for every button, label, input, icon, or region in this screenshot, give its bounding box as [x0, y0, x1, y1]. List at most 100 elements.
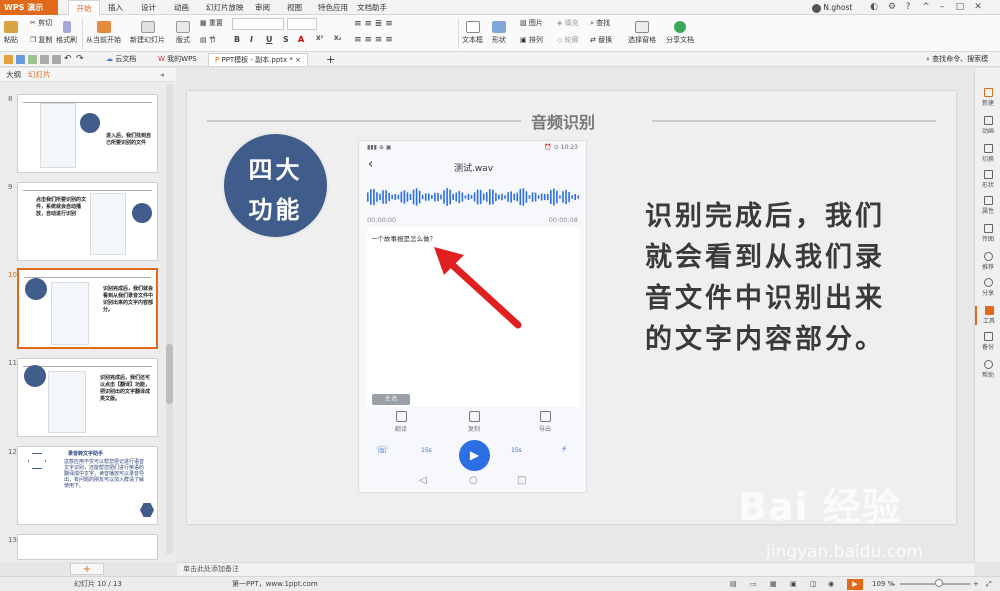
replace-button[interactable]: ⇄ 替换: [590, 35, 612, 45]
slide-thumbnail-9[interactable]: 点击我们所要识别的文件，系统就会自动播放，自动进行识别: [17, 182, 158, 261]
new-slide-button[interactable]: 新建幻灯片: [130, 21, 165, 45]
section-button[interactable]: ▤ 节: [200, 35, 216, 45]
align-tools[interactable]: ≡ ≡ ≡ ≡: [354, 35, 393, 45]
subscript-button[interactable]: X₂: [334, 35, 341, 42]
outline-button[interactable]: ◇ 轮廓: [557, 35, 579, 45]
tab-special[interactable]: 特色应用: [318, 0, 348, 15]
tab-outline[interactable]: 大纲: [6, 68, 21, 82]
sidebar-tools[interactable]: 工具: [975, 306, 1000, 325]
audio-icon[interactable]: ◉: [828, 577, 834, 591]
reading-view-icon[interactable]: ▣: [790, 577, 797, 591]
zoom-out-icon[interactable]: –: [892, 577, 896, 591]
slideshow-play-button[interactable]: ▶: [847, 579, 863, 590]
tab-cloud-docs[interactable]: ☁ 云文档: [100, 53, 142, 66]
tab-design[interactable]: 设计: [141, 0, 156, 15]
sidebar-backup[interactable]: 备份: [975, 332, 1000, 351]
app-menu-button[interactable]: WPS 演示: [0, 0, 58, 15]
close-panel-icon[interactable]: ◂: [160, 68, 164, 82]
tab-review[interactable]: 审阅: [255, 0, 270, 15]
tab-my-wps[interactable]: W 我的WPS: [152, 53, 203, 66]
tab-start[interactable]: 开始: [68, 0, 100, 16]
ribbon-toolbar: 粘贴 ✂ 剪切 ❐ 复制 格式刷 从当前开始 新建幻灯片 版式 ▦ 重置 ▤ 节…: [0, 15, 1000, 52]
shape-button[interactable]: 形状: [492, 21, 506, 45]
font-size-select[interactable]: [287, 18, 317, 30]
tab-doc-assistant[interactable]: 文档助手: [357, 0, 387, 15]
sidebar-new[interactable]: 新建: [975, 88, 1000, 107]
video-icon[interactable]: ◫: [810, 577, 817, 591]
preview-icon[interactable]: [40, 55, 49, 64]
tab-current-file[interactable]: P PPT模板 - 副本.pptx * ×: [208, 53, 308, 66]
sidebar-help[interactable]: 帮助: [975, 360, 1000, 379]
sidebar-animation[interactable]: 动画: [975, 116, 1000, 135]
sidebar-properties[interactable]: 属性: [975, 196, 1000, 215]
four-functions-circle: 四大 功能: [224, 134, 327, 237]
close-tab-icon[interactable]: ×: [295, 56, 301, 64]
export-icon[interactable]: [52, 55, 61, 64]
format-painter-button[interactable]: 格式刷: [56, 21, 77, 45]
copy-button[interactable]: ❐ 复制: [30, 35, 53, 45]
strike-button[interactable]: S: [283, 35, 289, 44]
red-arrow: [434, 247, 522, 329]
close-icon[interactable]: ✕: [970, 0, 986, 15]
layout-button[interactable]: 版式: [176, 21, 190, 45]
settings-icon[interactable]: ⚙: [884, 0, 900, 15]
share-doc-button[interactable]: 分享文档: [666, 21, 694, 45]
fill-button[interactable]: ◈ 填充: [557, 18, 579, 28]
scrollbar-thumb[interactable]: [166, 344, 173, 404]
normal-view-icon[interactable]: ▭: [750, 577, 757, 591]
font-color-button[interactable]: A: [298, 35, 304, 44]
slide-thumbnail-13[interactable]: [17, 534, 158, 560]
sidebar-transition[interactable]: 切换: [975, 144, 1000, 163]
from-current-button[interactable]: 从当前开始: [86, 21, 121, 45]
superscript-button[interactable]: X²: [316, 35, 323, 42]
reset-button[interactable]: ▦ 重置: [200, 18, 223, 28]
select-pane-button[interactable]: 选择窗格: [628, 21, 656, 45]
picture-button[interactable]: ▨ 图片: [520, 18, 543, 28]
skin-icon[interactable]: ◐: [866, 0, 882, 15]
search-commands[interactable]: ⌕ 查找命令、搜索模板: [920, 53, 1000, 76]
italic-button[interactable]: I: [250, 35, 253, 44]
bold-button[interactable]: B: [234, 35, 240, 44]
paragraph-tools[interactable]: ≡ ≡ ≣ ≡: [354, 19, 393, 29]
help-icon[interactable]: ?: [900, 0, 916, 15]
sidebar-upload-image[interactable]: 传图: [975, 224, 1000, 243]
panel-scrollbar[interactable]: [166, 84, 173, 554]
zoom-in-icon[interactable]: +: [973, 577, 979, 591]
tab-slideshow[interactable]: 幻灯片放映: [206, 0, 244, 15]
sidebar-share[interactable]: 分享: [975, 278, 1000, 297]
undo-icon[interactable]: ↶: [64, 55, 73, 64]
slide-thumbnail-10[interactable]: 识别完成后，我们就会看到从我们录音文件中识别出来的文字内容部分。: [17, 268, 158, 349]
new-tab-button[interactable]: +: [320, 53, 341, 66]
print-icon[interactable]: [28, 55, 37, 64]
slide-thumbnail-8[interactable]: 进入后，我们找到自己所要识别的文件: [17, 94, 158, 173]
slide-thumbnail-11[interactable]: 识别完成后，我们还可以点击【翻译】功能，把识别出的文字翻译成英文版。: [17, 358, 158, 437]
open-icon[interactable]: [4, 55, 13, 64]
tab-view[interactable]: 视图: [287, 0, 302, 15]
tab-insert[interactable]: 插入: [108, 0, 123, 15]
paste-button[interactable]: 粘贴: [4, 21, 18, 45]
minimize-icon[interactable]: –: [934, 0, 950, 15]
sidebar-recommend[interactable]: 推荐: [975, 252, 1000, 271]
notes-toggle-icon[interactable]: ▤: [730, 577, 737, 591]
user-account[interactable]: N.ghost: [812, 1, 852, 14]
circle-line-1: 四大: [248, 155, 303, 184]
fit-window-icon[interactable]: ⤢: [986, 577, 992, 591]
redo-icon[interactable]: ↷: [76, 55, 85, 64]
collapse-icon[interactable]: ^: [918, 0, 934, 15]
font-name-select[interactable]: [232, 18, 284, 30]
zoom-slider-knob[interactable]: [935, 579, 943, 587]
text-box-button[interactable]: 文本框: [462, 21, 483, 45]
save-icon[interactable]: [16, 55, 25, 64]
maximize-icon[interactable]: □: [952, 0, 968, 15]
tab-animation[interactable]: 动画: [174, 0, 189, 15]
find-button[interactable]: ⌕ 查找: [590, 18, 610, 28]
add-slide-button[interactable]: +: [70, 563, 104, 575]
sidebar-shape[interactable]: 形状: [975, 170, 1000, 189]
cut-button[interactable]: ✂ 剪切: [30, 18, 52, 28]
tab-slides[interactable]: 幻灯片: [28, 68, 51, 83]
arrange-button[interactable]: ▣ 排列: [520, 35, 543, 45]
underline-button[interactable]: U: [266, 35, 273, 44]
slide-thumbnail-12[interactable]: 录音转文字助手 这款应用不仅可以帮您把记进行语音文字识别，还能帮您把们进行英语的…: [17, 446, 158, 525]
thumb-circle: [25, 278, 47, 300]
sorter-view-icon[interactable]: ▦: [770, 577, 777, 591]
